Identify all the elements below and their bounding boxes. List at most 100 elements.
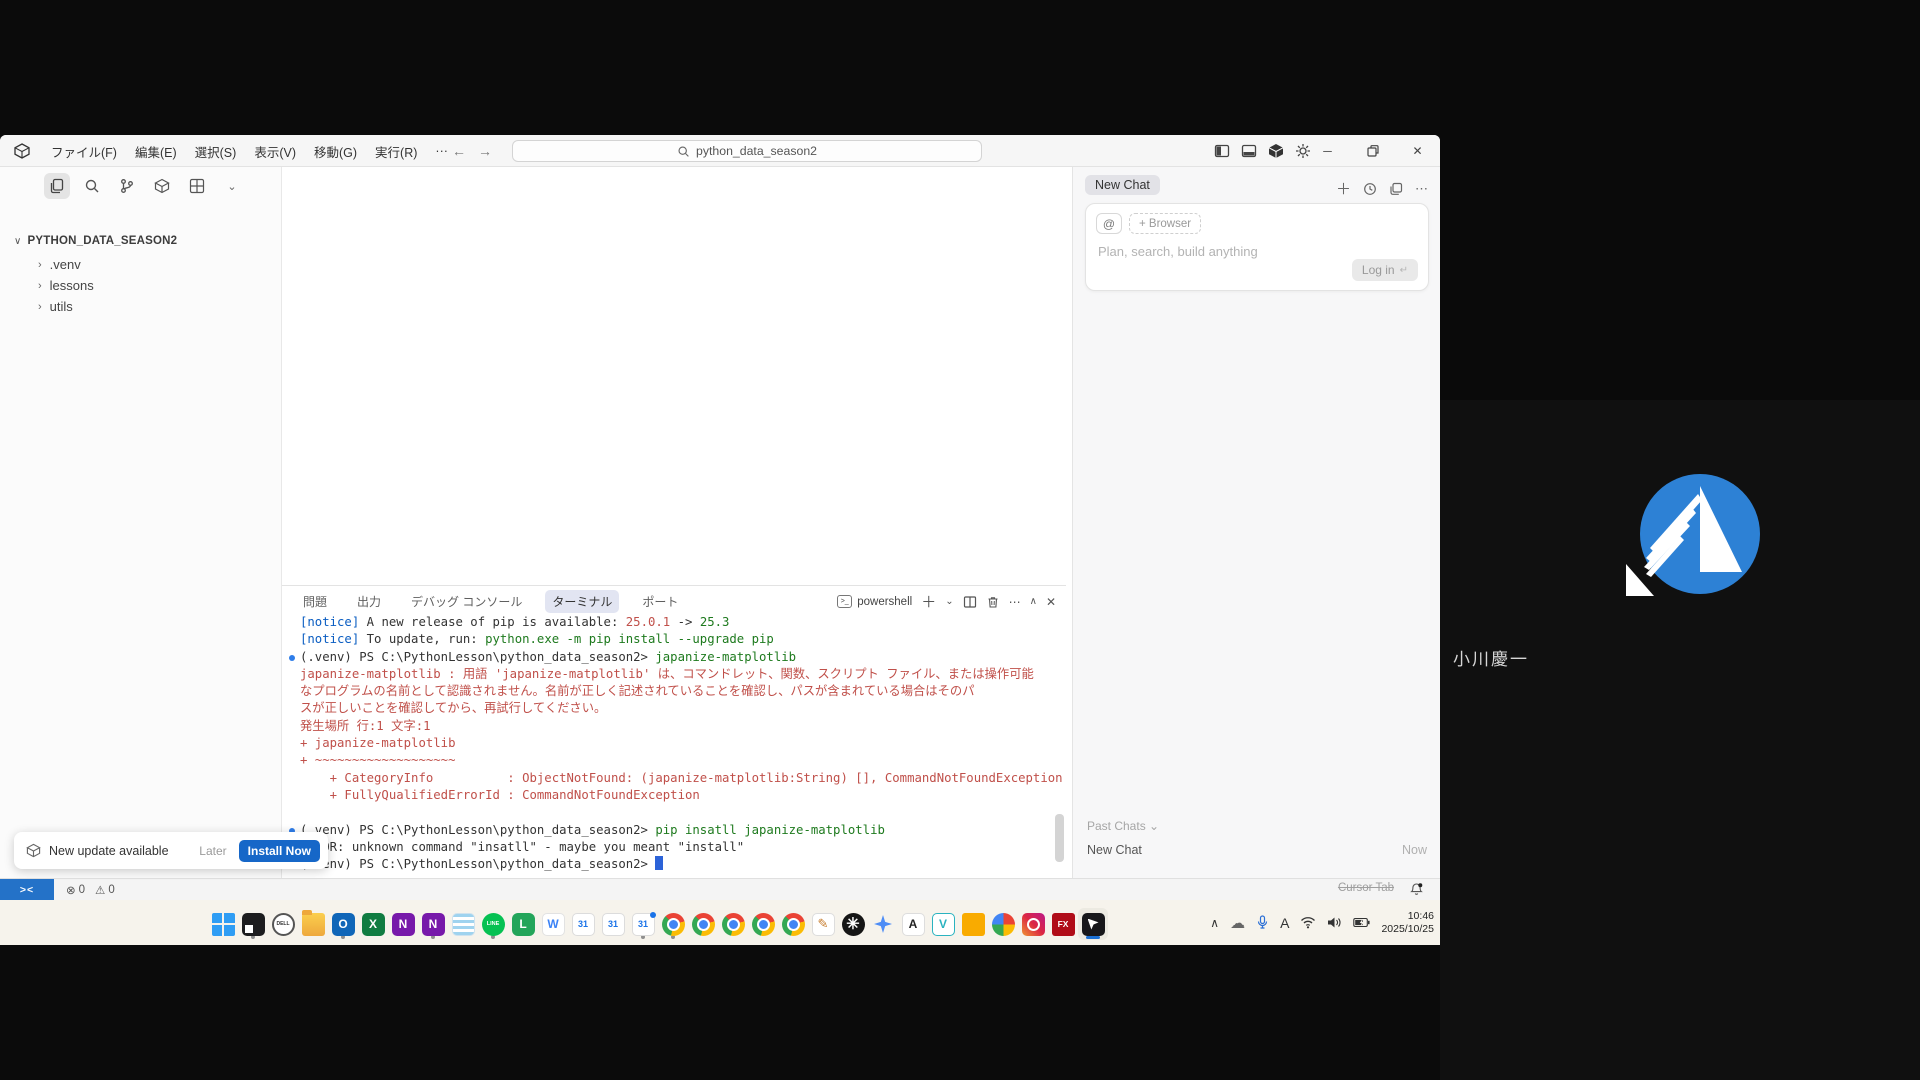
tab-ports[interactable]: ポート (635, 590, 685, 613)
battery-icon[interactable] (1353, 917, 1370, 928)
explorer-root-folder[interactable]: ∨ PYTHON_DATA_SEASON2 (14, 235, 177, 247)
chat-tab[interactable]: New Chat (1085, 175, 1160, 195)
volume-icon[interactable] (1327, 916, 1342, 929)
taskbar-app-line-icon[interactable]: LINE (478, 908, 508, 940)
terminal-text: To update, run: (359, 632, 485, 646)
menu-edit[interactable]: 編集(E) (126, 142, 186, 161)
login-button[interactable]: Log in ↵ (1352, 259, 1418, 281)
chat-input-card[interactable]: @ + Browser Plan, search, build anything… (1085, 203, 1429, 291)
command-decoration-dot[interactable] (289, 655, 295, 661)
chat-more-icon[interactable]: ⋯ (1415, 181, 1428, 197)
taskbar-app-file-explorer-icon[interactable] (298, 908, 328, 940)
new-chat-plus-icon[interactable]: ＋ (1336, 178, 1351, 199)
taskbar-app-google-photos-icon[interactable] (988, 908, 1018, 940)
taskbar-app-google-calendar-3-icon[interactable]: 31 (628, 908, 658, 940)
restore-button[interactable] (1350, 135, 1395, 167)
toggle-panel-icon[interactable] (1241, 143, 1257, 159)
taskbar-app-yellow-doc-icon[interactable] (958, 908, 988, 940)
fx-app-glyph: FX (1052, 913, 1075, 936)
source-control-view-button[interactable] (114, 173, 140, 199)
shell-selector[interactable]: >_ powershell (837, 595, 912, 608)
taskbar-app-google-calendar-1-icon[interactable]: 31 (568, 908, 598, 940)
tree-item-utils[interactable]: › utils (38, 299, 73, 314)
command-center-search[interactable]: python_data_season2 (512, 140, 982, 162)
toggle-primary-sidebar-icon[interactable] (1214, 143, 1230, 159)
notifications-bell-icon[interactable] (1409, 882, 1424, 897)
mention-context-button[interactable]: @ (1096, 213, 1122, 234)
panel-more-actions-icon[interactable]: ⋯ (1009, 595, 1021, 609)
new-terminal-button[interactable]: ＋ (921, 591, 936, 612)
taskbar-app-v-app-icon[interactable]: V (928, 908, 958, 940)
taskbar-app-w-app-icon[interactable]: W (538, 908, 568, 940)
taskbar-app-google-calendar-2-icon[interactable]: 31 (598, 908, 628, 940)
menu-run[interactable]: 実行(R) (366, 142, 426, 161)
taskbar-app-outlook-icon[interactable]: O (328, 908, 358, 940)
nav-forward-icon[interactable]: → (478, 143, 492, 159)
tab-terminal[interactable]: ターミナル (545, 590, 619, 613)
taskbar-app-chrome-3-icon[interactable] (718, 908, 748, 940)
menu-file[interactable]: ファイル(F) (42, 142, 126, 161)
browser-context-chip[interactable]: + Browser (1129, 213, 1201, 234)
taskbar-app-text-editor-icon[interactable]: ✎ (808, 908, 838, 940)
close-button[interactable]: ✕ (1395, 135, 1440, 167)
maximize-panel-icon[interactable]: ∧ (1030, 596, 1037, 607)
taskbar-app-fx-app-icon[interactable]: FX (1048, 908, 1078, 940)
taskbar-app-instagram-icon[interactable] (1018, 908, 1048, 940)
tree-item-venv[interactable]: › .venv (38, 257, 81, 272)
tab-output[interactable]: 出力 (350, 590, 388, 613)
menu-go[interactable]: 移動(G) (305, 142, 366, 161)
wifi-icon[interactable] (1300, 916, 1316, 929)
terminal-scrollbar-thumb[interactable] (1055, 814, 1064, 862)
chat-history-icon[interactable] (1363, 182, 1377, 196)
taskbar-app-excel-icon[interactable]: X (358, 908, 388, 940)
cursor-tab-status[interactable]: Cursor Tab (1338, 882, 1394, 894)
split-terminal-icon[interactable] (963, 595, 977, 609)
close-panel-icon[interactable]: ✕ (1046, 595, 1056, 609)
chat-tabs-icon[interactable] (1389, 182, 1403, 196)
taskbar-app-dell-icon[interactable]: DELL (268, 908, 298, 940)
extensions-view-button[interactable] (149, 173, 175, 199)
taskbar-app-windows-start-icon[interactable] (208, 908, 238, 940)
taskbar-clock[interactable]: 10:46 2025/10/25 (1381, 910, 1434, 936)
taskbar-app-font-app-icon[interactable]: A (898, 908, 928, 940)
remote-indicator[interactable]: >< (0, 879, 54, 900)
update-later-button[interactable]: Later (199, 844, 226, 858)
terminal-lines[interactable]: [notice] A new release of pip is availab… (282, 614, 1066, 894)
taskbar-app-gemini-icon[interactable] (868, 908, 898, 940)
menu-selection[interactable]: 選択(S) (186, 142, 246, 161)
extensions-icon (154, 178, 170, 194)
taskbar-app-dark-app-icon[interactable] (238, 908, 268, 940)
cursor-cube-icon[interactable] (1268, 143, 1284, 159)
search-view-button[interactable] (79, 173, 105, 199)
past-chats-header[interactable]: Past Chats ⌄ (1087, 819, 1159, 833)
menu-view[interactable]: 表示(V) (245, 142, 305, 161)
taskbar-app-onenote-1-icon[interactable]: N (388, 908, 418, 940)
taskbar-app-chrome-5-icon[interactable] (778, 908, 808, 940)
kill-terminal-trash-icon[interactable] (986, 595, 1000, 609)
taskbar-app-sticky-notes-icon[interactable] (448, 908, 478, 940)
taskbar-app-onenote-2-icon[interactable]: N (418, 908, 448, 940)
taskbar-app-green-shield-icon[interactable]: L (508, 908, 538, 940)
nav-back-icon[interactable]: ← (452, 143, 466, 159)
problems-status[interactable]: ⊗ 0 ⚠ 0 (66, 879, 115, 900)
more-views-button[interactable]: ⌄ (219, 173, 245, 199)
explorer-view-button[interactable] (44, 173, 70, 199)
taskbar-app-chrome-1-icon[interactable] (658, 908, 688, 940)
tray-hidden-icons-chevron[interactable]: ∧ (1210, 916, 1219, 930)
install-now-button[interactable]: Install Now (239, 840, 320, 862)
ime-mode-indicator[interactable]: A (1280, 915, 1289, 931)
tree-item-lessons[interactable]: › lessons (38, 278, 94, 293)
editor-area[interactable] (282, 167, 1066, 585)
past-chat-item[interactable]: New Chat Now (1087, 843, 1427, 857)
terminal-dropdown-icon[interactable]: ⌄ (945, 596, 953, 607)
minimize-button[interactable]: ─ (1305, 135, 1350, 167)
taskbar-app-chatgpt-icon[interactable]: ✳ (838, 908, 868, 940)
taskbar-app-chrome-4-icon[interactable] (748, 908, 778, 940)
onedrive-cloud-icon[interactable]: ☁ (1230, 914, 1245, 932)
tab-problems[interactable]: 問題 (296, 590, 334, 613)
tab-debug-console[interactable]: デバッグ コンソール (404, 590, 529, 613)
layout-grid-view-button[interactable] (184, 173, 210, 199)
taskbar-app-cursor-icon[interactable] (1078, 908, 1108, 940)
microphone-icon[interactable] (1256, 915, 1269, 930)
taskbar-app-chrome-2-icon[interactable] (688, 908, 718, 940)
